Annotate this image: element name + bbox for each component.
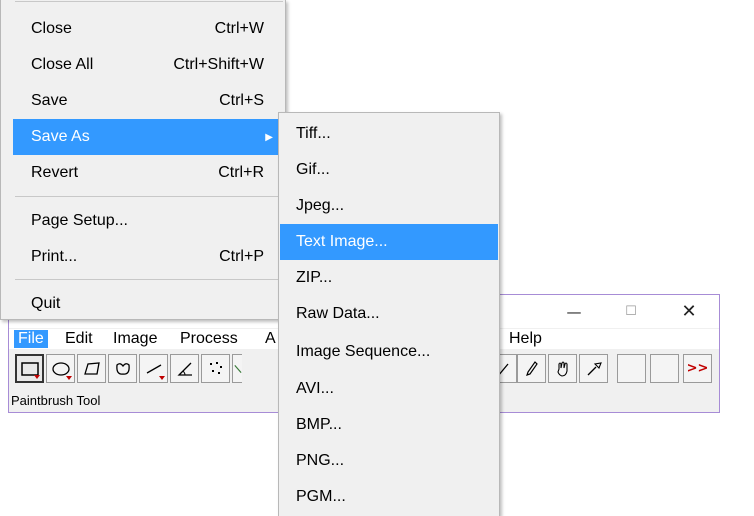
menu-item-label: Quit [31, 295, 61, 312]
hand-icon [556, 360, 568, 377]
menu-item-print[interactable]: Print... Ctrl+P [13, 239, 283, 275]
submenu-item-text-image[interactable]: Text Image... [280, 224, 498, 260]
custom-tool-1[interactable] [617, 354, 646, 383]
close-window-button[interactable]: ✕ [666, 295, 712, 328]
submenu-item-label: PGM... [296, 488, 346, 505]
polygon-tool[interactable] [77, 354, 106, 383]
submenu-item-label: AVI... [296, 380, 334, 397]
menu-separator [15, 279, 283, 280]
submenu-item-raw-data[interactable]: Raw Data... [280, 296, 498, 332]
line-tool[interactable] [139, 354, 168, 383]
menu-help[interactable]: Help [509, 330, 542, 348]
submenu-item-image-sequence[interactable]: Image Sequence... [280, 334, 498, 370]
menu-item-quit[interactable]: Quit [13, 286, 283, 322]
menu-item-label: Save As [31, 128, 90, 145]
submenu-item-gif[interactable]: Gif... [280, 152, 498, 188]
menu-item-label: Close All [31, 56, 94, 73]
brush-icon [525, 360, 538, 376]
menu-item-page-setup[interactable]: Page Setup... [13, 203, 283, 239]
zoom-tool[interactable] [579, 354, 608, 383]
submenu-item-zip[interactable]: ZIP... [280, 260, 498, 296]
point-tool[interactable] [201, 354, 230, 383]
menu-file[interactable]: File [14, 330, 48, 348]
submenu-item-label: Jpeg... [296, 197, 345, 214]
polygon-icon [83, 361, 100, 375]
menu-item-revert[interactable]: Revert Ctrl+R [13, 155, 283, 191]
brush-tool[interactable] [517, 354, 546, 383]
angle-tool[interactable] [170, 354, 199, 383]
menu-item-label: Save [31, 92, 68, 109]
menu-item-save[interactable]: Save Ctrl+S [13, 83, 283, 119]
menu-item-shortcut: Ctrl+P [219, 248, 264, 265]
menu-edit[interactable]: Edit [65, 330, 93, 348]
menu-image[interactable]: Image [113, 330, 157, 348]
menu-process[interactable]: Process [180, 330, 238, 348]
save-as-submenu: Tiff... Gif... Jpeg... Text Image... ZIP… [278, 112, 500, 516]
submenu-item-label: Tiff... [296, 125, 331, 142]
menu-item-shortcut: Ctrl+R [218, 164, 264, 181]
submenu-item-label: PNG... [296, 452, 345, 469]
submenu-item-bmp[interactable]: BMP... [280, 407, 498, 443]
submenu-item-jpeg[interactable]: Jpeg... [280, 188, 498, 224]
menu-item-close-all[interactable]: Close All Ctrl+Shift+W [13, 47, 283, 83]
more-tools-icon: >> [686, 361, 709, 376]
maximize-button[interactable]: ☐ [608, 295, 654, 328]
status-text: Paintbrush Tool [11, 393, 101, 408]
submenu-item-label: Gif... [296, 161, 330, 178]
more-tools-button[interactable]: >> [683, 354, 712, 383]
menu-item-save-as[interactable]: Save As ▶ [13, 119, 283, 155]
freehand-icon [115, 362, 130, 375]
menu-item-label: Close [31, 20, 72, 37]
wand-icon [234, 364, 242, 373]
custom-tool-2[interactable] [650, 354, 679, 383]
wand-tool-partial[interactable] [232, 354, 242, 383]
submenu-item-label: Image Sequence... [296, 343, 431, 360]
menu-analyze[interactable]: A [265, 330, 276, 348]
submenu-item-tiff[interactable]: Tiff... [280, 116, 498, 152]
rectangle-tool[interactable] [15, 354, 44, 383]
freehand-tool[interactable] [108, 354, 137, 383]
angle-icon [176, 362, 192, 376]
menu-item-label: Page Setup... [31, 212, 128, 229]
submenu-item-pgm[interactable]: PGM... [280, 479, 498, 515]
hand-tool[interactable] [548, 354, 577, 383]
menu-item-shortcut: Ctrl+W [214, 20, 264, 37]
oval-tool[interactable] [46, 354, 75, 383]
submenu-item-png[interactable]: PNG... [280, 443, 498, 479]
submenu-item-label: ZIP... [296, 269, 333, 286]
menu-separator [15, 1, 283, 2]
submenu-item-label: Text Image... [296, 233, 388, 250]
submenu-item-avi[interactable]: AVI... [280, 371, 498, 407]
submenu-arrow-icon: ▶ [265, 131, 273, 143]
menu-item-shortcut: Ctrl+S [219, 92, 264, 109]
submenu-item-label: BMP... [296, 416, 342, 433]
minimize-button[interactable]: — [551, 295, 597, 328]
menu-separator [15, 196, 283, 197]
multipoint-icon [209, 361, 222, 374]
pipette-icon [587, 361, 602, 375]
menu-item-close[interactable]: Close Ctrl+W [13, 11, 283, 47]
menu-item-shortcut: Ctrl+Shift+W [173, 56, 264, 73]
menu-item-label: Revert [31, 164, 79, 181]
file-menu: Close Ctrl+W Close All Ctrl+Shift+W Save… [0, 0, 286, 320]
menu-item-label: Print... [31, 248, 78, 265]
submenu-item-label: Raw Data... [296, 305, 380, 322]
